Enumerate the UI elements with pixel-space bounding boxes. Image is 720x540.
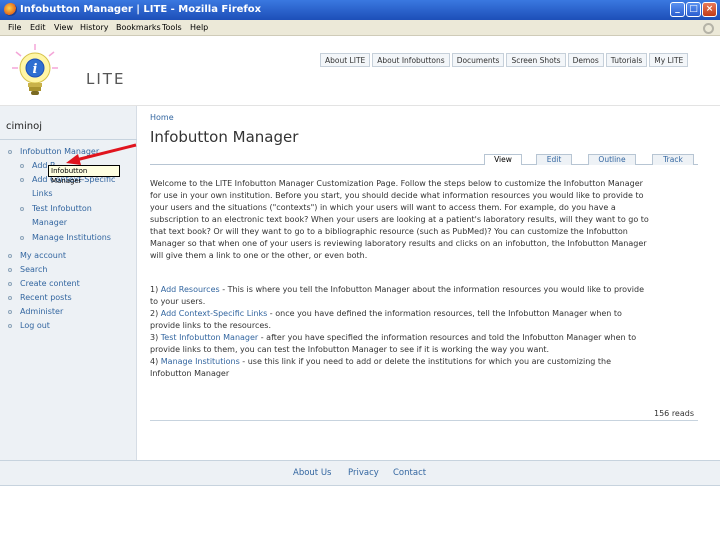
red-arrow-annotation (66, 143, 137, 165)
throbber-icon (703, 23, 714, 34)
bullet-icon (8, 296, 12, 300)
sidebar-item-recent-posts[interactable]: Recent posts (20, 293, 72, 302)
breadcrumb[interactable]: Home (150, 113, 174, 122)
intro-line: for use in your own institution. Before … (150, 191, 644, 200)
firefox-icon (4, 3, 17, 16)
site-header: i LITE About LITE About Infobuttons Docu… (0, 36, 720, 106)
step-line: 1) Add Resources - This is where you tel… (150, 285, 644, 294)
step-line: 4) Manage Institutions - use this link i… (150, 357, 612, 366)
bullet-icon (8, 324, 12, 328)
link-tooltip: Infobutton Manager (48, 165, 120, 185)
bullet-icon (8, 282, 12, 286)
footer-link-contact[interactable]: Contact (393, 468, 426, 478)
intro-paragraph: Welcome to the LITE Infobutton Manager C… (150, 178, 690, 262)
tab-outline[interactable]: Outline (588, 154, 636, 165)
menu-edit[interactable]: Edit (30, 23, 46, 32)
minimize-button[interactable]: _ (670, 2, 685, 17)
reads-count: 156 reads (654, 409, 694, 418)
infobutton-bulb-logo[interactable]: i (12, 44, 58, 98)
menu-view[interactable]: View (54, 23, 73, 32)
sidebar-divider (0, 139, 137, 140)
intro-line: your users and the situations ("contexts… (150, 203, 616, 212)
content-tabs: View Edit Outline Track (150, 154, 698, 165)
sidebar-item-manage-institutions[interactable]: Manage Institutions (32, 233, 111, 242)
tab-track[interactable]: Track (652, 154, 694, 165)
footer-link-privacy[interactable]: Privacy (348, 468, 379, 478)
menu-file[interactable]: File (8, 23, 21, 32)
bullet-icon (8, 310, 12, 314)
step-line: 3) Test Infobutton Manager - after you h… (150, 333, 637, 342)
main-content: Home Infobutton Manager View Edit Outlin… (138, 106, 720, 460)
topnav-screen-shots[interactable]: Screen Shots (506, 53, 566, 67)
menu-help[interactable]: Help (190, 23, 208, 32)
step-line: to your users. (150, 297, 206, 306)
sidebar-item-create-content[interactable]: Create content (20, 279, 80, 288)
topnav-demos[interactable]: Demos (567, 53, 604, 67)
sidebar-item-log-out[interactable]: Log out (20, 321, 50, 330)
step-link-manage-institutions[interactable]: Manage Institutions (161, 357, 240, 366)
window-titlebar: Infobutton Manager | LITE - Mozilla Fire… (0, 0, 720, 20)
menu-bookmarks[interactable]: Bookmarks (116, 23, 161, 32)
top-navigation: About LITE About Infobuttons Documents S… (320, 53, 690, 67)
bullet-icon (8, 268, 12, 272)
sidebar-item-test-infobutton-cont[interactable]: Manager (32, 218, 67, 227)
steps-list: 1) Add Resources - This is where you tel… (150, 284, 690, 380)
bullet-icon (20, 207, 24, 211)
page-title: Infobutton Manager (150, 128, 299, 146)
step-link-test-infobutton-manager[interactable]: Test Infobutton Manager (161, 333, 258, 342)
step-line: 2) Add Context-Specific Links - once you… (150, 309, 622, 318)
footer-link-about-us[interactable]: About Us (293, 468, 331, 478)
bullet-icon (8, 254, 12, 258)
step-link-add-resources[interactable]: Add Resources (161, 285, 220, 294)
step-line: Infobutton Manager (150, 369, 230, 378)
step-line: provide links to the resources. (150, 321, 272, 330)
intro-line: Welcome to the LITE Infobutton Manager C… (150, 179, 643, 188)
sidebar-item-search[interactable]: Search (20, 265, 47, 274)
tab-edit[interactable]: Edit (536, 154, 572, 165)
sidebar-item-my-account[interactable]: My account (20, 251, 66, 260)
intro-line: that text book? Or will they want to go … (150, 227, 628, 236)
content-divider (150, 420, 698, 421)
site-logo-text[interactable]: LITE (86, 70, 125, 88)
topnav-my-lite[interactable]: My LITE (649, 53, 689, 67)
intro-line: subscription to an electronic text book?… (150, 215, 649, 224)
topnav-tutorials[interactable]: Tutorials (605, 53, 648, 67)
bullet-icon (8, 150, 12, 154)
sidebar-item-test-infobutton[interactable]: Test Infobutton (32, 204, 92, 213)
sidebar-item-administer[interactable]: Administer (20, 307, 63, 316)
bullet-icon (20, 236, 24, 240)
bullet-icon (20, 164, 24, 168)
menu-history[interactable]: History (80, 23, 108, 32)
topnav-about-infobuttons[interactable]: About Infobuttons (372, 53, 450, 67)
intro-line: will give them a link to one or the othe… (150, 251, 368, 260)
window-title: Infobutton Manager | LITE - Mozilla Fire… (20, 4, 262, 15)
tab-view[interactable]: View (484, 154, 522, 165)
svg-text:i: i (33, 62, 38, 77)
topnav-documents[interactable]: Documents (451, 53, 505, 67)
close-button[interactable]: × (702, 2, 717, 17)
menubar: File Edit View History Bookmarks Tools H… (0, 20, 720, 36)
menu-tools[interactable]: Tools (162, 23, 182, 32)
intro-line: Manager so that when one of your users i… (150, 239, 647, 248)
step-line: provide links to them, you can test the … (150, 345, 550, 354)
bullet-icon (20, 178, 24, 182)
topnav-about-lite[interactable]: About LITE (320, 53, 371, 67)
step-link-add-context-specific-links[interactable]: Add Context-Specific Links (161, 309, 268, 318)
maximize-button[interactable]: □ (686, 2, 701, 17)
sidebar-item-add-context-specific-cont[interactable]: Links (32, 189, 53, 198)
sidebar-username: ciminoj (6, 121, 43, 132)
site-footer: About Us Privacy Contact (0, 460, 720, 486)
